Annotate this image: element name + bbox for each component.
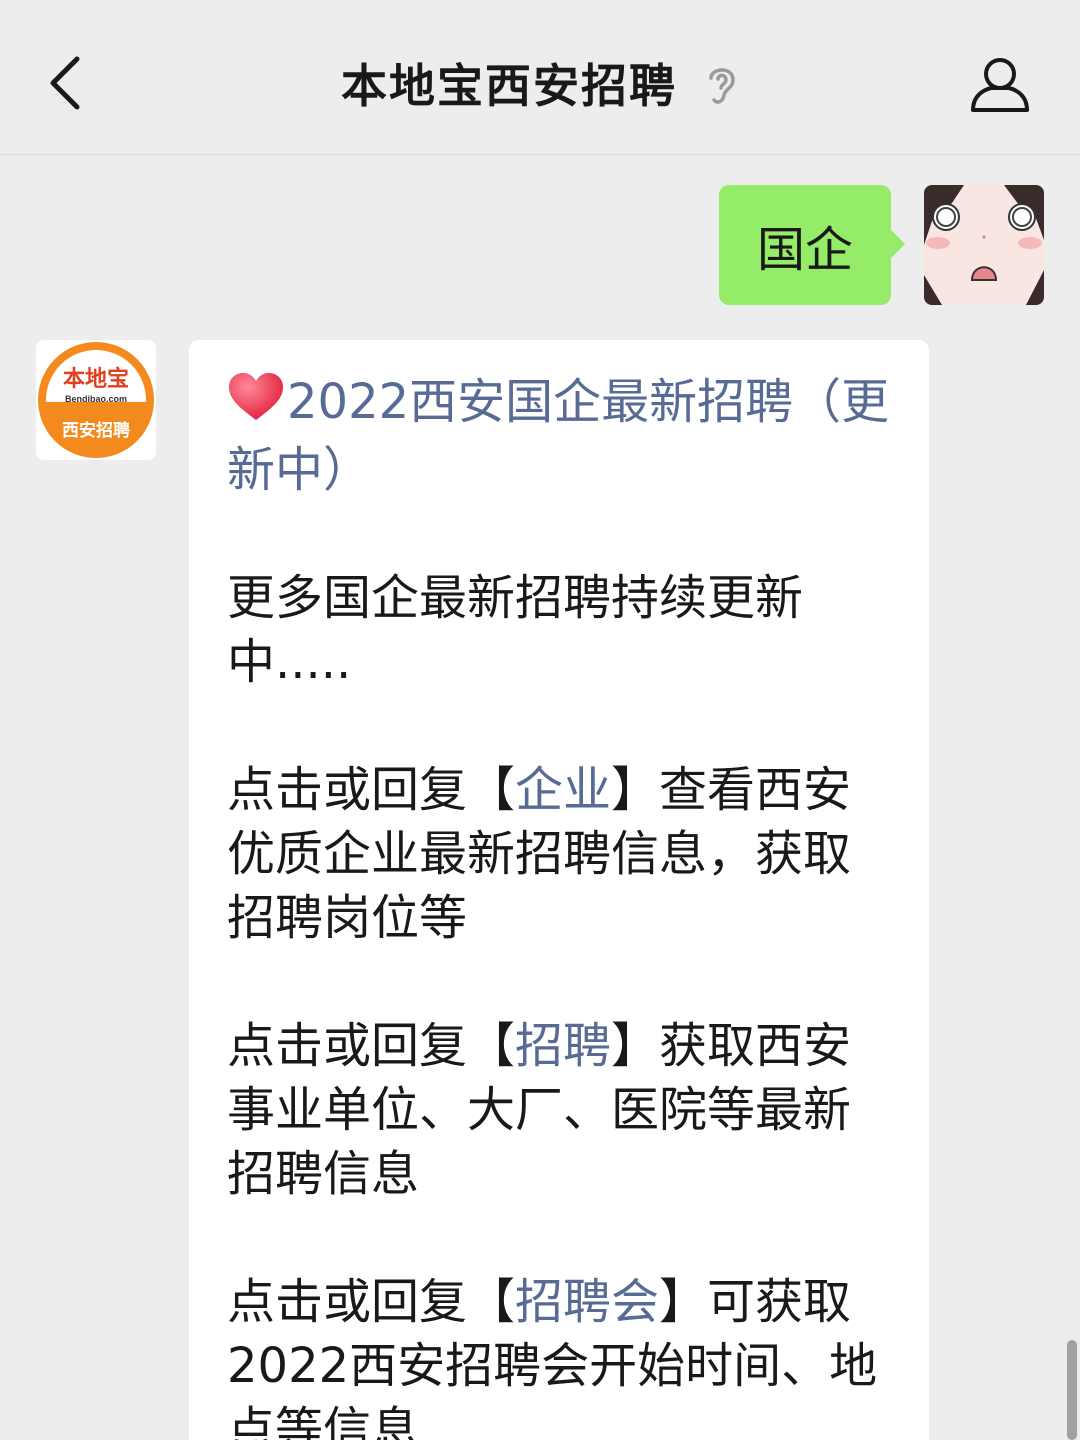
update-note: 更多国企最新招聘持续更新中..... <box>227 570 804 690</box>
heart-icon <box>227 372 285 438</box>
incoming-message: 本地宝 Bendibao.com 西安招聘 2022西安国企最新招聘（更新中） … <box>36 340 929 1440</box>
keyword-link-qiye[interactable]: 企业 <box>515 762 611 818</box>
reply-item-2-pre: 点击或回复【 <box>227 1018 516 1074</box>
reply-item-3-pre: 点击或回复【 <box>227 1274 516 1330</box>
keyword-link-zhaopin[interactable]: 招聘 <box>515 1018 611 1074</box>
ear-icon <box>705 62 739 108</box>
keyword-link-zhaopinhui[interactable]: 招聘会 <box>515 1274 659 1330</box>
outgoing-message: 国企 <box>718 185 1044 305</box>
headline-paragraph: 2022西安国企最新招聘（更新中） <box>227 370 891 502</box>
reply-item-2: 点击或回复【招聘】获取西安事业单位、大厂、医院等最新招聘信息 <box>227 1014 891 1206</box>
incoming-bubble: 2022西安国企最新招聘（更新中） 更多国企最新招聘持续更新中..... 点击或… <box>189 340 929 1440</box>
reply-item-1-pre: 点击或回复【 <box>227 762 516 818</box>
logo-middle-text: Bendibao.com <box>65 394 127 404</box>
user-avatar[interactable] <box>924 185 1044 305</box>
outgoing-bubble[interactable]: 国企 <box>718 185 906 305</box>
reply-item-1: 点击或回复【企业】查看西安优质企业最新招聘信息，获取招聘岗位等 <box>227 758 891 950</box>
person-icon <box>971 58 1029 112</box>
profile-button[interactable] <box>960 45 1040 125</box>
chat-header: 本地宝西安招聘 <box>0 0 1080 155</box>
bendibao-logo-avatar[interactable]: 本地宝 Bendibao.com 西安招聘 <box>36 340 156 460</box>
logo-bottom-text: 西安招聘 <box>62 420 130 440</box>
outgoing-text: 国企 <box>756 222 853 278</box>
logo-top-text: 本地宝 <box>63 366 129 391</box>
headline-link[interactable]: 2022西安国企最新招聘（更新中） <box>227 374 889 498</box>
scrollbar[interactable] <box>1067 1340 1077 1440</box>
chat-title: 本地宝西安招聘 <box>341 59 677 113</box>
reply-item-3: 点击或回复【招聘会】可获取2022西安招聘会开始时间、地点等信息 <box>227 1270 891 1440</box>
title-wrap: 本地宝西安招聘 <box>0 48 1080 118</box>
